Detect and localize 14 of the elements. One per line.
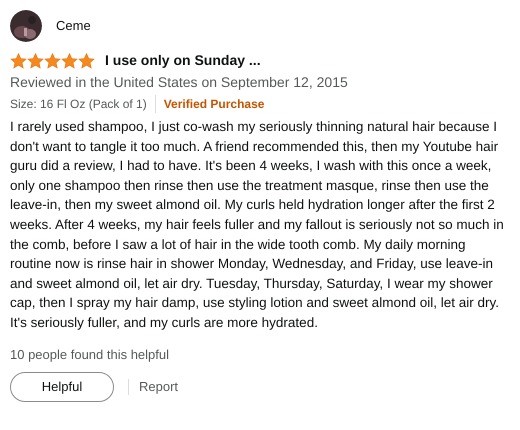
review-date: Reviewed in the United States on September 12, 2015 [10, 73, 349, 92]
helpful-button[interactable]: Helpful [10, 372, 114, 402]
star-icon [10, 52, 27, 68]
verified-purchase-label: Verified Purchase [162, 96, 264, 113]
reviewer-name[interactable]: Ceme [56, 16, 91, 36]
star-icon [44, 52, 61, 68]
product-size: Size: 16 Fl Oz (Pack of 1) [10, 95, 156, 113]
review-body: I rarely used shampoo, I just co-wash my seriously thinning natural hair because I don't want to tangle it too much. A friend recommended this, then my Youtube hair guru did a review, I had to have. It's been 4 weeks, I wash with this once a week, only one shampoo then rinse then use the treatment masque, rinse then use the leave-in, then my sweet almond oil. My curls held hydration longer after the first 2 weeks. After 4 weeks, my hair feels fuller and my fallout is seriously not so much in the comb, before I saw a lot of hair in the wide tooth comb. My daily morning routine now is rinse hair in shower Monday, Wednesday, and Friday, use leave-in and sweet almond oil, let air dry. Tuesday, Thursday, Saturday, I wear my shower cap, then I spray my hair damp, use styling lotion and sweet almond oil, let air dry. It's seriously fuller, and my curls are more hydrated. [10, 118, 505, 332]
star-icon [78, 52, 95, 68]
report-link[interactable]: Report [139, 377, 178, 397]
star-icon [61, 52, 78, 68]
star-icon [27, 52, 44, 68]
helpful-count: 10 people found this helpful [10, 346, 170, 364]
review-title[interactable]: I use only on Sunday ... [105, 50, 261, 71]
